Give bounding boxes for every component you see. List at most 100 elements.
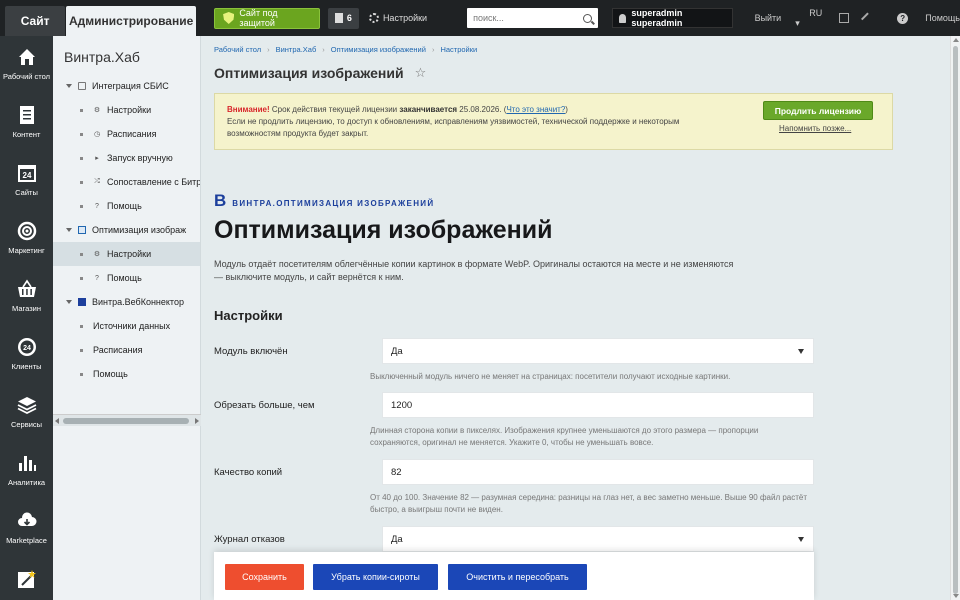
site-secure-button[interactable]: Сайт под защитой — [214, 7, 320, 29]
menu-item[interactable]: 24 Клиенты — [0, 326, 53, 384]
tree-item[interactable]: ? Помощь — [53, 266, 200, 290]
license-alert-text: Внимание! Срок действия текущей лицензии… — [227, 104, 727, 140]
scroll-thumb[interactable] — [953, 46, 958, 594]
document-icon — [17, 105, 37, 125]
tree-item-label: Запуск вручную — [107, 153, 173, 163]
quality-input[interactable]: 82 — [382, 459, 814, 485]
menu-item[interactable]: Контент — [0, 94, 53, 152]
tree-item-label: Настройки — [107, 105, 152, 115]
tab-admin[interactable]: Администрирование — [66, 6, 197, 36]
tree-item[interactable]: Винтра.ВебКоннектор — [53, 290, 200, 314]
menu-item[interactable]: Сервисы — [0, 384, 53, 442]
tree-item[interactable]: Источники данных — [53, 314, 200, 338]
tree-item-label: Сопоставление с Битр — [107, 177, 200, 187]
journal-label: Журнал отказов — [214, 534, 285, 545]
crop-label: Обрезать больше, чем — [214, 400, 315, 411]
scroll-left-icon[interactable] — [55, 418, 59, 424]
form-footer: Сохранить Убрать копии-сироты Очистить и… — [214, 552, 814, 600]
tree-item[interactable]: ⚙ Настройки — [53, 98, 200, 122]
menu-item[interactable]: Рабочий стол — [0, 36, 53, 94]
menu-item[interactable]: Аналитика — [0, 442, 53, 500]
user-name: superadmin superadmin — [631, 8, 683, 28]
tree-item[interactable]: Помощь — [53, 362, 200, 386]
alert-text-2: ) — [565, 105, 568, 114]
tree-item-label: Оптимизация изображ — [92, 225, 187, 235]
breadcrumb-item[interactable]: Рабочий стол — [214, 45, 261, 54]
enabled-label: Модуль включён — [214, 346, 288, 357]
star-icon[interactable]: ☆ — [415, 65, 427, 81]
menu-item[interactable]: Магазин — [0, 268, 53, 326]
page-vertical-scrollbar[interactable] — [950, 36, 960, 600]
enabled-hint: Выключенный модуль ничего не меняет на с… — [370, 372, 731, 381]
extend-license-button[interactable]: Продлить лицензию — [763, 101, 873, 120]
house-icon — [17, 47, 37, 67]
crop-value: 1200 — [391, 399, 413, 411]
language-switch[interactable]: RU ▾ — [795, 8, 824, 29]
menu-item[interactable]: Маркетинг — [0, 210, 53, 268]
enabled-select[interactable]: Да — [382, 338, 814, 364]
calendar-24-icon: 24 — [17, 163, 37, 183]
save-button[interactable]: Сохранить — [225, 564, 304, 590]
tree-item[interactable]: Оптимизация изображ — [53, 218, 200, 242]
breadcrumb-item[interactable]: Винтра.Хаб — [276, 45, 317, 54]
menu-item[interactable]: Marketplace — [0, 500, 53, 558]
alert-text-3: Если не продлить лицензию, то доступ к о… — [227, 117, 680, 138]
chevron-down-icon[interactable] — [66, 300, 72, 304]
tree-item[interactable]: ▸ Запуск вручную — [53, 146, 200, 170]
top-settings-link[interactable]: Настройки — [368, 13, 427, 23]
window-icon[interactable] — [838, 13, 850, 23]
tree-list: Интеграция СБИС ⚙ Настройки ◷ Расписания ▸ Зап… — [53, 74, 200, 386]
menu-item-label: Клиенты — [11, 362, 42, 371]
menu-item-label: Рабочий стол — [2, 72, 51, 81]
tree-item[interactable]: ⤮ Сопоставление с Битр — [53, 170, 200, 194]
clock-icon: ◷ — [93, 131, 101, 138]
module-description: Модуль отдаёт посетителям облегчённые ко… — [214, 259, 734, 282]
layers-icon — [17, 395, 37, 415]
scroll-right-icon[interactable] — [195, 418, 199, 424]
tree-horizontal-scrollbar[interactable] — [53, 414, 201, 426]
search-icon[interactable] — [582, 13, 592, 23]
bullet-icon — [80, 108, 83, 112]
clear-rebuild-button[interactable]: Очистить и пересобрать — [448, 564, 587, 590]
chevron-down-icon[interactable] — [66, 228, 72, 232]
breadcrumb-item[interactable]: Настройки — [440, 45, 477, 54]
what-does-it-mean-link[interactable]: Что это значит? — [506, 105, 565, 114]
scroll-down-icon[interactable] — [953, 594, 959, 598]
breadcrumb-item[interactable]: Оптимизация изображений — [331, 45, 426, 54]
scroll-up-icon[interactable] — [953, 38, 959, 42]
breadcrumb-separator: › — [267, 45, 270, 54]
module-heading: Оптимизация изображений — [214, 216, 553, 244]
bullet-icon — [80, 156, 83, 160]
user-menu-button[interactable]: superadmin superadmin — [611, 8, 733, 28]
notifications-button[interactable]: 6 — [327, 7, 359, 29]
tree-item[interactable]: ? Помощь — [53, 194, 200, 218]
menu-item-label: Сайты — [15, 188, 38, 197]
bullet-icon — [80, 276, 83, 280]
tree-title: Винтра.Хаб — [64, 49, 140, 65]
remove-orphans-button[interactable]: Убрать копии-сироты — [313, 564, 438, 590]
help-icon: ? — [897, 12, 909, 24]
help-link[interactable]: ? Помощь — [883, 12, 960, 24]
tree-item[interactable]: ◷ Расписания — [53, 122, 200, 146]
magic-wand-icon — [17, 569, 37, 589]
scroll-thumb[interactable] — [63, 418, 189, 424]
logout-link[interactable]: Выйти — [755, 13, 782, 23]
search-input[interactable]: поиск... — [467, 8, 598, 28]
crop-input[interactable]: 1200 — [382, 392, 814, 418]
language-label: RU — [809, 7, 823, 18]
breadcrumb-separator: › — [431, 45, 435, 54]
tree-item[interactable]: Интеграция СБИС — [53, 74, 200, 98]
journal-select[interactable]: Да — [382, 526, 814, 552]
chevron-down-icon[interactable] — [66, 84, 72, 88]
tree-item[interactable]: ⚙ Настройки — [53, 242, 200, 266]
remind-later-link[interactable]: Напомнить позже... — [779, 124, 851, 133]
notifications-count: 6 — [346, 13, 352, 23]
module-brand: В ВИНТРА.ОПТИМИЗАЦИЯ ИЗОБРАЖЕНИЙ — [214, 191, 434, 211]
pin-icon[interactable] — [861, 11, 874, 25]
tree-item-label: Настройки — [107, 249, 152, 259]
menu-item[interactable] — [0, 558, 53, 600]
tab-site[interactable]: Сайт — [5, 6, 66, 36]
play-icon: ▸ — [95, 155, 99, 162]
menu-item[interactable]: 24 Сайты — [0, 152, 53, 210]
tree-item[interactable]: Расписания — [53, 338, 200, 362]
